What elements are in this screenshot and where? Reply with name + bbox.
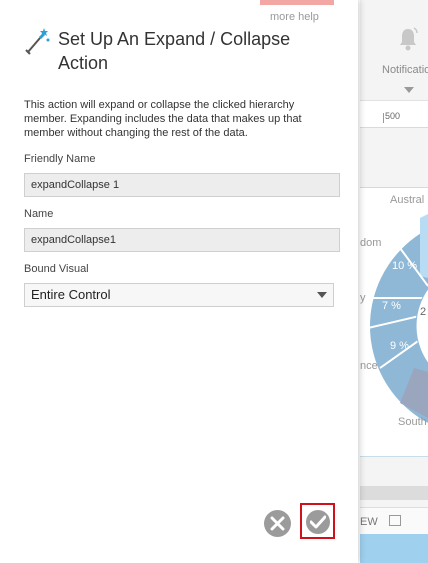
ruler-label: 500: [385, 111, 401, 121]
name-label: Name: [24, 208, 54, 220]
donut-segment: [420, 214, 428, 278]
close-icon: [270, 516, 285, 531]
friendly-name-field[interactable]: expandCollapse 1: [24, 173, 340, 197]
chart-label: y: [360, 292, 366, 304]
help-strip: [260, 0, 334, 5]
status-bar: [360, 534, 428, 563]
toolbar: Notificatio: [360, 0, 428, 98]
background-app: Notificatio 500 Austral dom y nce South …: [360, 0, 428, 563]
donut-chart: Austral dom y nce South 10 % 7 % 9 % 2: [360, 187, 428, 457]
chart-label: dom: [360, 237, 382, 249]
dialog-description: This action will expand or collapse the …: [24, 99, 302, 139]
donut-percent-label: 2: [420, 306, 427, 318]
friendly-name-label: Friendly Name: [24, 153, 96, 165]
window-icon: [389, 515, 401, 526]
bound-visual-select[interactable]: Entire Control: [24, 283, 334, 307]
check-icon: [310, 515, 326, 529]
cancel-button[interactable]: [264, 510, 291, 537]
chart-label: nce: [360, 360, 378, 372]
action-wand-icon: [25, 28, 50, 55]
bound-visual-label: Bound Visual: [24, 263, 89, 275]
dialog-title: Set Up An Expand / Collapse Action: [58, 29, 291, 73]
expand-collapse-dialog: more help Set Up An Expand / Collapse Ac…: [0, 0, 358, 563]
donut-percent-label: 7 %: [382, 300, 401, 312]
preview-button[interactable]: EW: [360, 507, 428, 536]
ok-button[interactable]: [300, 503, 335, 539]
bell-icon[interactable]: [396, 26, 420, 52]
ruler: 500: [360, 100, 428, 128]
chevron-down-icon: [317, 292, 327, 298]
chart-label: South: [398, 416, 427, 428]
bound-visual-value: Entire Control: [31, 287, 111, 302]
donut-percent-label: 10 %: [392, 260, 418, 272]
donut-percent-label: 9 %: [390, 340, 409, 352]
chevron-down-icon[interactable]: [404, 87, 414, 93]
more-help-link[interactable]: more help: [270, 11, 319, 23]
ok-button-circle: [306, 510, 330, 534]
notifications-label[interactable]: Notificatio: [382, 64, 428, 76]
chart-label: Austral: [390, 194, 425, 206]
name-field[interactable]: expandCollapse1: [24, 228, 340, 252]
ruler-tick: [383, 113, 384, 123]
preview-label: EW: [360, 516, 378, 528]
scrollbar[interactable]: [360, 486, 428, 500]
